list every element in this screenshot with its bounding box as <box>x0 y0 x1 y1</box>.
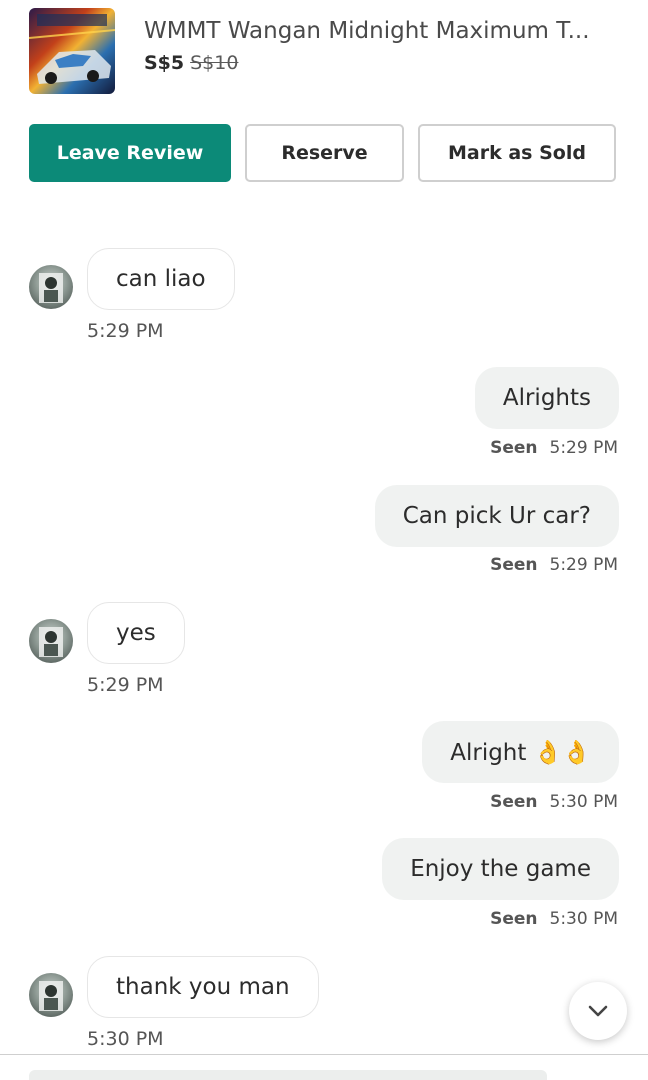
composer-divider <box>0 1054 648 1055</box>
listing-price: S$5 <box>144 52 185 74</box>
message-meta: Seen 5:30 PM <box>490 792 618 812</box>
avatar[interactable] <box>29 973 73 1017</box>
seen-status: Seen <box>490 792 538 812</box>
listing-thumbnail[interactable] <box>29 8 115 94</box>
message-timestamp: 5:30 PM <box>549 792 619 812</box>
message-input[interactable] <box>29 1070 547 1080</box>
listing-title[interactable]: WMMT Wangan Midnight Maximum T... <box>144 18 624 44</box>
avatar[interactable] <box>29 619 73 663</box>
message-timestamp: 5:29 PM <box>549 438 619 458</box>
message-timestamp: 5:30 PM <box>549 909 619 929</box>
message-timestamp: 5:29 PM <box>549 555 619 575</box>
message-bubble-outgoing: Can pick Ur car? <box>374 485 619 547</box>
leave-review-button[interactable]: Leave Review <box>29 124 231 182</box>
message-timestamp: 5:29 PM <box>87 674 164 696</box>
message-bubble-outgoing: Enjoy the game <box>382 838 619 900</box>
chevron-down-icon <box>588 1002 608 1021</box>
message-meta: Seen 5:30 PM <box>490 909 618 929</box>
message-bubble-incoming: yes <box>87 602 185 664</box>
mark-as-sold-button[interactable]: Mark as Sold <box>418 124 616 182</box>
reserve-button[interactable]: Reserve <box>245 124 404 182</box>
seen-status: Seen <box>490 909 538 929</box>
price-row: S$5 S$10 <box>144 52 238 74</box>
listing-header[interactable]: WMMT Wangan Midnight Maximum T... S$5 S$1… <box>0 0 648 110</box>
message-bubble-incoming: thank you man <box>87 956 319 1018</box>
message-bubble-incoming: can liao <box>87 248 235 310</box>
seen-status: Seen <box>490 438 538 458</box>
message-timestamp: 5:29 PM <box>87 320 164 342</box>
avatar[interactable] <box>29 265 73 309</box>
message-timestamp: 5:30 PM <box>87 1028 164 1050</box>
message-bubble-outgoing: Alright 👌👌 <box>422 721 619 783</box>
scroll-to-bottom-button[interactable] <box>569 982 627 1040</box>
message-meta: Seen 5:29 PM <box>490 555 618 575</box>
seen-status: Seen <box>490 555 538 575</box>
message-bubble-outgoing: Alrights <box>474 367 619 429</box>
listing-original-price: S$10 <box>190 52 239 74</box>
message-meta: Seen 5:29 PM <box>490 438 618 458</box>
